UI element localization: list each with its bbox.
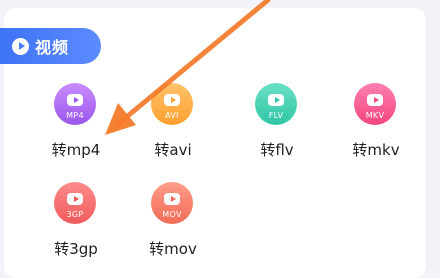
tool-convert-mkv[interactable]: MKV 转mkv — [326, 83, 426, 179]
tool-label: 转flv — [260, 141, 294, 159]
tool-label: 转avi — [154, 141, 192, 159]
tool-convert-mov[interactable]: MOV 转mov — [123, 182, 223, 278]
format-badge-text: MOV — [162, 210, 182, 219]
tool-label: 转mp4 — [51, 141, 101, 159]
format-badge-text: 3GP — [66, 210, 84, 219]
section-video-tag: 视频 — [0, 28, 101, 64]
format-badge-text: FLV — [268, 111, 284, 120]
tool-convert-mp4[interactable]: MP4 转mp4 — [26, 83, 126, 179]
flv-badge-icon: FLV — [255, 83, 297, 125]
play-circle-icon — [12, 37, 29, 55]
tool-label: 转mkv — [352, 141, 400, 159]
tool-convert-3gp[interactable]: 3GP 转3gp — [26, 182, 126, 278]
format-badge-text: AVI — [165, 111, 179, 120]
format-badge-text: MP4 — [66, 111, 84, 120]
section-title: 视频 — [35, 38, 70, 57]
avi-badge-icon: AVI — [151, 83, 193, 125]
mov-badge-icon: MOV — [151, 182, 193, 224]
3gp-badge-icon: 3GP — [54, 182, 96, 224]
format-badge-text: MKV — [365, 111, 385, 120]
converter-card: 视频 MP4 转mp4 AVI 转avi FLV 转flv MKV 转mkv 3… — [0, 8, 426, 278]
mp4-badge-icon: MP4 — [54, 83, 96, 125]
tool-convert-avi[interactable]: AVI 转avi — [123, 83, 223, 179]
mkv-badge-icon: MKV — [354, 83, 396, 125]
tool-convert-flv[interactable]: FLV 转flv — [227, 83, 327, 179]
